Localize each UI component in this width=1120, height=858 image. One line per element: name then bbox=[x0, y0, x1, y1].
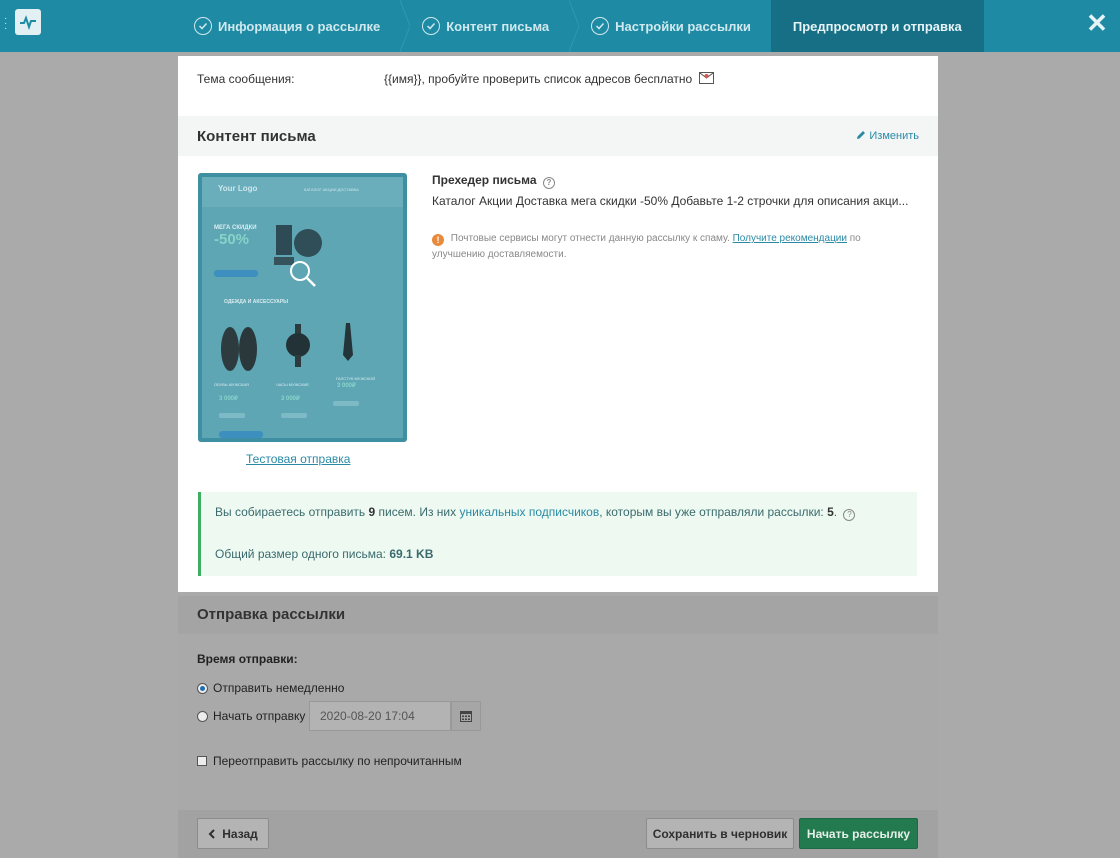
send-now-option[interactable]: Отправить немедленно bbox=[197, 681, 344, 695]
email-thumbnail[interactable]: Your Logo КАТАЛОГ АКЦИИ ДОСТАВКА МЕГА СК… bbox=[198, 173, 407, 442]
chevron-left-icon bbox=[208, 828, 215, 839]
wizard-steps: Информация о рассылке Контент письма Нас… bbox=[172, 0, 984, 52]
step-label: Настройки рассылки bbox=[615, 18, 751, 34]
size-label: Общий размер одного письма: bbox=[215, 547, 387, 561]
step-content[interactable]: Контент письма bbox=[400, 0, 580, 52]
schedule-option[interactable]: Начать отправку bbox=[197, 709, 305, 723]
schedule-radio[interactable] bbox=[197, 710, 208, 722]
warning-icon: ! bbox=[432, 234, 444, 246]
test-send-link[interactable]: Тестовая отправка bbox=[246, 452, 350, 466]
check-icon bbox=[422, 17, 441, 35]
wizard-topbar: · · · Информация о рассылке Контент письма… bbox=[0, 0, 1120, 52]
thumb-promo-value: -50% bbox=[214, 231, 249, 248]
thumb-product-price: 3 000₽ bbox=[219, 395, 238, 402]
email-thumbnail-image: Your Logo КАТАЛОГ АКЦИИ ДОСТАВКА МЕГА СК… bbox=[202, 177, 403, 438]
subject-label: Тема сообщения: bbox=[197, 72, 295, 86]
summary-size-line: Общий размер одного письма: 69.1 KB bbox=[215, 547, 433, 561]
content-section-header: Контент письма Изменить bbox=[178, 116, 938, 156]
pulse-logo-icon bbox=[20, 15, 36, 31]
help-icon[interactable]: ? bbox=[542, 177, 555, 189]
calendar-icon bbox=[460, 711, 472, 722]
preheader-title: Прехедер письма ? bbox=[432, 173, 555, 189]
edit-content-link[interactable]: Изменить bbox=[856, 130, 919, 142]
send-now-label: Отправить немедленно bbox=[213, 681, 345, 695]
envelope-icon bbox=[698, 72, 714, 84]
save-draft-button[interactable]: Сохранить в черновик bbox=[646, 818, 794, 849]
check-icon bbox=[194, 17, 212, 35]
app-logo[interactable] bbox=[15, 9, 41, 35]
summary-line: Вы собираетесь отправить 9 писем. Из них… bbox=[215, 505, 856, 521]
step-preview-send[interactable]: Предпросмотр и отправка bbox=[770, 0, 984, 52]
content-title: Контент письма bbox=[197, 128, 316, 145]
back-button[interactable]: Назад bbox=[197, 818, 269, 849]
spam-warning: ! Почтовые сервисы могут отнести данную … bbox=[432, 231, 892, 263]
step-label: Информация о рассылке bbox=[218, 18, 381, 34]
sending-options: Время отправки: Отправить немедленно Нач… bbox=[178, 634, 938, 810]
check-icon bbox=[591, 17, 610, 35]
preheader-title-text: Прехедер письма bbox=[432, 173, 537, 187]
help-icon[interactable]: ? bbox=[843, 509, 856, 521]
recommendations-link[interactable]: Получите рекомендации bbox=[733, 233, 847, 244]
thumb-logo: Your Logo bbox=[218, 184, 258, 193]
letters-count: 9 bbox=[368, 505, 376, 519]
letter-size: 69.1 KB bbox=[389, 547, 434, 561]
thumb-product-price: 3 000₽ bbox=[337, 382, 356, 389]
unique-subscribers-link[interactable]: уникальных подписчиков bbox=[459, 505, 599, 519]
summary-text: , которым вы уже отправляли рассылки: bbox=[599, 505, 824, 519]
send-summary-box: Вы собираетесь отправить 9 писем. Из них… bbox=[198, 492, 917, 576]
warning-tail: по bbox=[849, 233, 861, 244]
thumb-product-name: ГАЛСТУК МУЖСКОЙ bbox=[336, 376, 375, 381]
resend-option[interactable]: Переотправить рассылку по непрочитанным bbox=[197, 754, 462, 768]
thumb-section-title: ОДЕЖДА И АКСЕССУАРЫ bbox=[224, 299, 288, 305]
warning-line2: улучшению доставляемости. bbox=[432, 249, 567, 260]
preview-panel: Тема сообщения: {{имя}}, пробуйте провер… bbox=[178, 56, 938, 592]
preheader-text: Каталог Акции Доставка мега скидки -50% … bbox=[432, 194, 909, 208]
step-label: Контент письма bbox=[446, 18, 550, 34]
pencil-icon bbox=[857, 131, 866, 139]
thumb-product-name: ОБУВЬ МУЖСКАЯ bbox=[214, 382, 249, 387]
schedule-label: Начать отправку bbox=[213, 709, 306, 723]
subject-value: {{имя}}, пробуйте проверить список адрес… bbox=[384, 72, 714, 86]
thumb-product-name: ЧАСЫ МУЖСКИЕ bbox=[276, 382, 309, 387]
sent-count: 5 bbox=[827, 505, 834, 519]
send-now-radio[interactable] bbox=[197, 682, 208, 694]
calendar-button[interactable] bbox=[451, 701, 481, 731]
start-mailing-button[interactable]: Начать рассылку bbox=[799, 818, 918, 849]
step-settings[interactable]: Настройки рассылки bbox=[569, 0, 771, 52]
email-preview-graphic: Your Logo КАТАЛОГ АКЦИИ ДОСТАВКА МЕГА СК… bbox=[202, 177, 403, 438]
sending-title: Отправка рассылки bbox=[197, 606, 346, 623]
summary-text: писем. Из них bbox=[378, 505, 457, 519]
send-time-label: Время отправки: bbox=[197, 652, 298, 666]
subject-row: Тема сообщения: {{имя}}, пробуйте провер… bbox=[197, 72, 917, 92]
thumb-nav: КАТАЛОГ АКЦИИ ДОСТАВКА bbox=[304, 187, 359, 192]
wizard-footer: Назад Сохранить в черновик Начать рассыл… bbox=[178, 810, 938, 858]
resend-checkbox[interactable] bbox=[197, 756, 207, 766]
summary-text: Вы собираетесь отправить bbox=[215, 505, 366, 519]
step-mailing-info[interactable]: Информация о рассылке bbox=[172, 0, 411, 52]
subject-text: {{имя}}, пробуйте проверить список адрес… bbox=[384, 72, 693, 86]
menu-dots-icon[interactable]: · · · bbox=[4, 14, 7, 34]
edit-label: Изменить bbox=[869, 130, 919, 142]
sending-section-header: Отправка рассылки bbox=[178, 596, 938, 634]
schedule-date-input[interactable]: 2020-08-20 17:04 bbox=[309, 701, 451, 731]
back-label: Назад bbox=[222, 826, 258, 841]
zoom-icon[interactable] bbox=[288, 259, 318, 289]
step-label: Предпросмотр и отправка bbox=[792, 18, 962, 34]
warning-text: Почтовые сервисы могут отнести данную ра… bbox=[450, 233, 730, 244]
resend-label: Переотправить рассылку по непрочитанным bbox=[213, 754, 462, 768]
close-icon[interactable]: ✕ bbox=[1084, 8, 1110, 38]
thumb-product-price: 3 000₽ bbox=[281, 395, 300, 402]
